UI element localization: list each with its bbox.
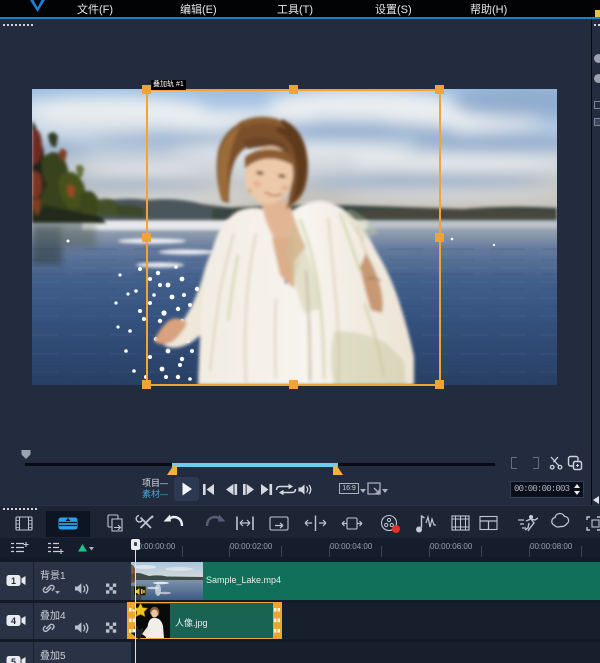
svg-text:1: 1 [11,576,16,586]
svg-text:4: 4 [11,616,16,626]
svg-text:5: 5 [11,657,16,663]
